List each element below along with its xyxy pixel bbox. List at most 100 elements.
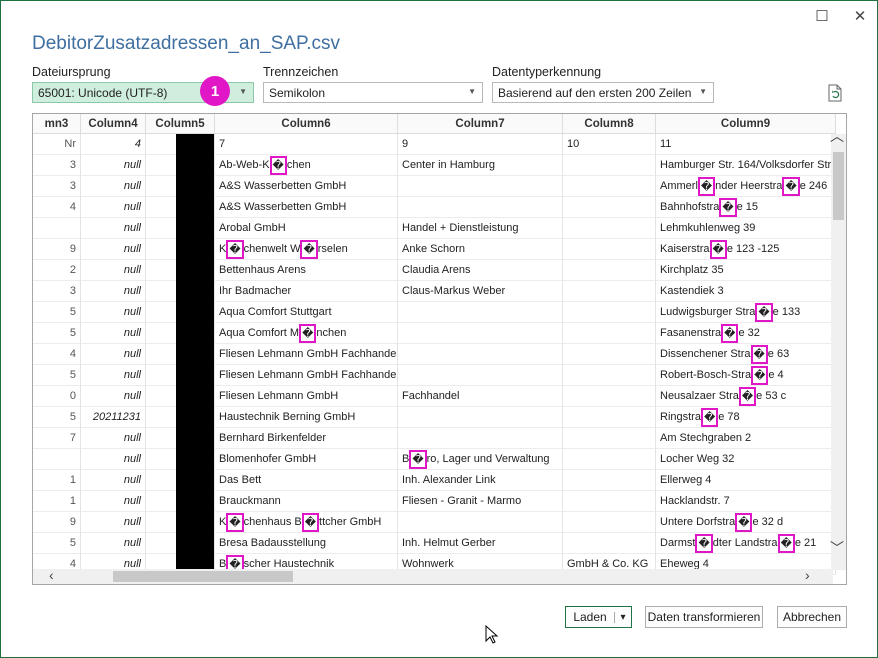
table-cell: Darmst � dter Landstra � e 21 (656, 533, 836, 554)
table-cell: 7 (215, 134, 398, 155)
table-cell: Fasanenstra � e 32 (656, 323, 836, 344)
table-cell: null (81, 386, 146, 407)
scroll-up-icon[interactable]: ︿ (830, 126, 844, 146)
table-cell (563, 302, 656, 323)
delimiter-value: Semikolon (269, 85, 326, 100)
table-cell: 2 (33, 260, 81, 281)
table-cell: Kaiserstra � e 123 -125 (656, 239, 836, 260)
table-cell: B � ro, Lager und Verwaltung (398, 449, 563, 470)
table-cell: null (81, 344, 146, 365)
import-dialog: ☐ ✕ DebitorZusatzadressen_an_SAP.csv Dat… (0, 0, 878, 658)
table-cell (563, 176, 656, 197)
close-icon[interactable]: ✕ (851, 7, 869, 25)
table-cell: Ammerl � nder Heerstra � e 246 (656, 176, 836, 197)
chevron-down-icon: ▼ (239, 87, 247, 96)
scroll-down-icon[interactable]: ﹀ (830, 538, 844, 558)
table-cell: null (81, 491, 146, 512)
table-cell: K � chenwelt W � rselen (215, 239, 398, 260)
encoding-error-highlight: � (300, 239, 318, 259)
refresh-preview-icon[interactable] (827, 84, 843, 102)
column-header-column8[interactable]: Column8 (563, 114, 656, 134)
table-cell: 9 (33, 239, 81, 260)
horizontal-scroll-thumb[interactable] (113, 571, 293, 582)
table-cell: Ellerweg 4 (656, 470, 836, 491)
table-cell: 0 (33, 386, 81, 407)
table-cell: Claudia Arens (398, 260, 563, 281)
table-cell: null (81, 260, 146, 281)
table-cell: Ihr Badmacher (215, 281, 398, 302)
table-cell: null (81, 155, 146, 176)
table-cell: Arobal GmbH (215, 218, 398, 239)
table-cell (398, 407, 563, 428)
table-cell: 5 (33, 323, 81, 344)
column-header-column6[interactable]: Column6 (215, 114, 398, 134)
table-cell: Das Bett (215, 470, 398, 491)
table-cell: Ringstra � e 78 (656, 407, 836, 428)
table-cell: null (81, 428, 146, 449)
table-cell: 3 (33, 281, 81, 302)
table-cell: 10 (563, 134, 656, 155)
encoding-error-highlight: � (735, 512, 753, 532)
column-header-column5[interactable]: Column5 (146, 114, 215, 134)
table-cell: 7 (33, 428, 81, 449)
vertical-scrollbar[interactable] (831, 134, 846, 570)
table-cell: null (81, 449, 146, 470)
table-cell: Fliesen - Granit - Marmo (398, 491, 563, 512)
transform-data-button[interactable]: Daten transformieren (645, 606, 763, 628)
table-cell: 5 (33, 365, 81, 386)
table-cell: Locher Weg 32 (656, 449, 836, 470)
load-button[interactable]: Laden (566, 610, 614, 624)
table-cell: Inh. Helmut Gerber (398, 533, 563, 554)
delimiter-dropdown[interactable]: Semikolon ▼ (263, 82, 483, 103)
file-title: DebitorZusatzadressen_an_SAP.csv (32, 33, 341, 54)
table-cell: Dissenchener Stra � e 63 (656, 344, 836, 365)
chevron-down-icon: ▼ (468, 87, 476, 96)
table-cell (398, 344, 563, 365)
column-header-column7[interactable]: Column7 (398, 114, 563, 134)
vertical-scroll-thumb[interactable] (833, 152, 844, 220)
encoding-error-highlight: � (695, 533, 713, 553)
table-cell: 20211231 (81, 407, 146, 428)
table-cell: A&S Wasserbetten GmbH (215, 197, 398, 218)
encoding-error-highlight: � (721, 323, 739, 343)
table-cell (563, 344, 656, 365)
table-cell: 5 (33, 533, 81, 554)
column-header-mn3[interactable]: mn3 (33, 114, 81, 134)
table-cell: Lehmkuhlenweg 39 (656, 218, 836, 239)
column-header-column9[interactable]: Column9 (656, 114, 836, 134)
encoding-error-highlight: � (709, 239, 727, 259)
table-cell: K � chenhaus B � ttcher GmbH (215, 512, 398, 533)
table-cell (398, 197, 563, 218)
table-cell: A&S Wasserbetten GmbH (215, 176, 398, 197)
table-cell (563, 449, 656, 470)
encoding-error-highlight: � (697, 176, 716, 196)
table-cell: Aqua Comfort Stuttgart (215, 302, 398, 323)
table-cell: Bresa Badausstellung (215, 533, 398, 554)
table-cell: 3 (33, 176, 81, 197)
table-cell (563, 197, 656, 218)
type-detection-dropdown[interactable]: Basierend auf den ersten 200 Zeilen ▼ (492, 82, 714, 103)
origin-value: 65001: Unicode (UTF-8) (38, 85, 168, 100)
table-cell: Brauckmann (215, 491, 398, 512)
encoding-error-highlight: � (301, 512, 320, 532)
cancel-button[interactable]: Abbrechen (777, 606, 847, 628)
maximize-icon[interactable]: ☐ (813, 7, 831, 25)
table-cell: 1 (33, 491, 81, 512)
column-header-column4[interactable]: Column4 (81, 114, 146, 134)
table-cell (563, 239, 656, 260)
table-cell: null (81, 281, 146, 302)
encoding-error-highlight: � (750, 344, 768, 364)
table-cell (398, 302, 563, 323)
table-cell: null (81, 218, 146, 239)
horizontal-scrollbar[interactable]: ‹ › (33, 567, 833, 584)
scroll-left-icon[interactable]: ‹ (49, 567, 54, 583)
table-cell: Robert-Bosch-Stra � e 4 (656, 365, 836, 386)
table-cell (33, 449, 81, 470)
scroll-right-icon[interactable]: › (805, 567, 810, 583)
table-cell (563, 491, 656, 512)
table-cell: Fliesen Lehmann GmbH (215, 386, 398, 407)
table-cell (398, 512, 563, 533)
redacted-column (176, 134, 214, 570)
load-dropdown-icon[interactable]: ▾ (614, 611, 631, 623)
table-cell (563, 470, 656, 491)
